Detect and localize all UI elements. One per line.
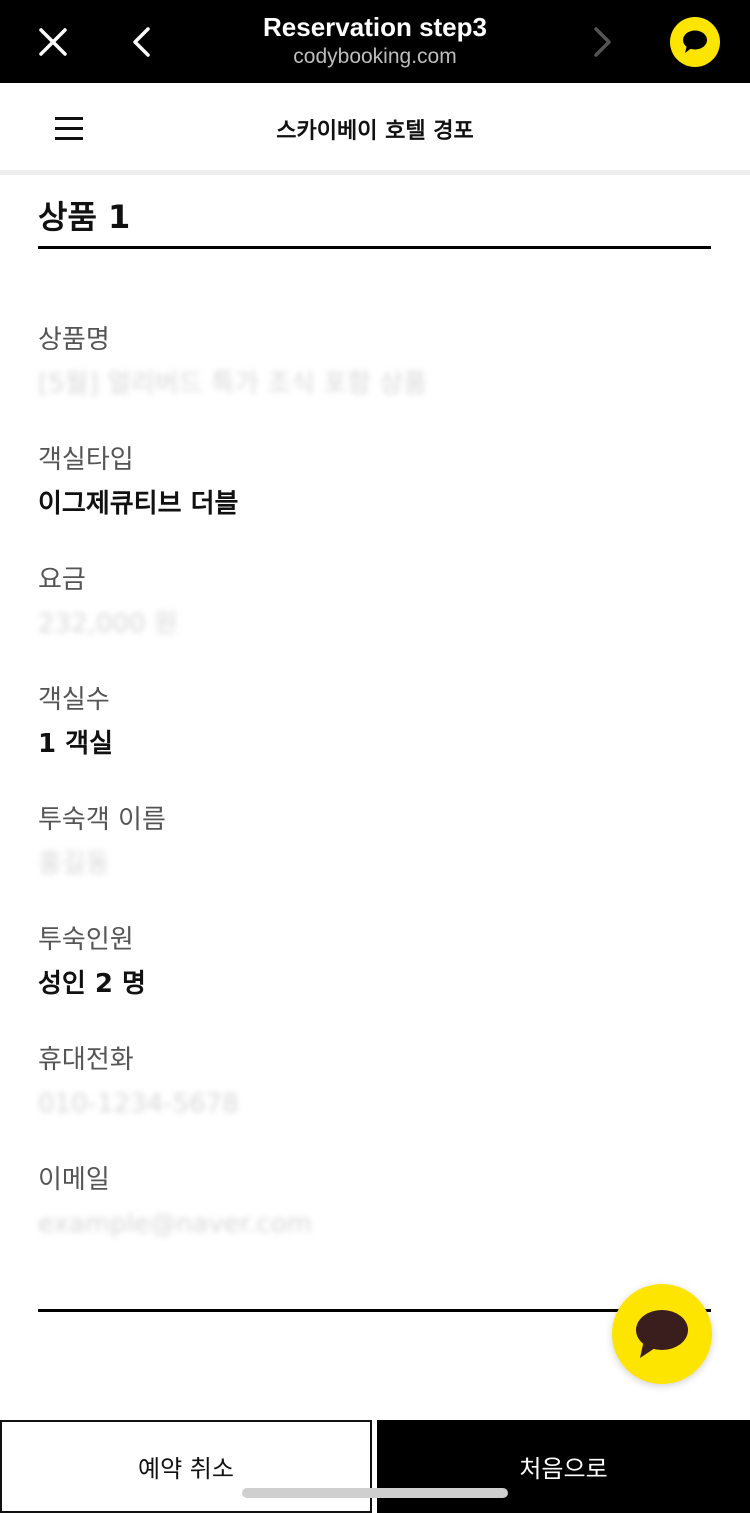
field-product-name: 상품명 [5월] 얼리버드 특가 조식 포함 상품 (38, 322, 711, 402)
forward-button[interactable] (570, 0, 636, 83)
site-header: 스카이베이 호텔 경포 (0, 83, 750, 175)
field-value: 성인 2 명 (38, 969, 146, 999)
field-price: 요금 232,000 원 (38, 562, 711, 642)
chevron-left-icon (133, 26, 150, 57)
chevron-right-icon (594, 26, 611, 57)
field-room-count: 객실수 1 객실 (38, 682, 711, 762)
field-email: 이메일 example@naver.com (38, 1162, 711, 1242)
browser-title-area: Reservation step3 codybooking.com (190, 10, 560, 70)
field-guest-name: 투숙객 이름 홍길동 (38, 802, 711, 882)
go-home-button[interactable]: 처음으로 (377, 1420, 750, 1513)
field-value: 1 객실 (38, 729, 113, 759)
field-label: 객실수 (38, 685, 110, 715)
page-title: Reservation step3 (263, 12, 487, 42)
hotel-name: 스카이베이 호텔 경포 (276, 119, 474, 144)
field-label: 객실타입 (38, 445, 134, 475)
field-label: 요금 (38, 565, 86, 595)
kakao-chat-button[interactable] (664, 0, 726, 83)
kakao-floating-chat-button[interactable] (612, 1284, 712, 1384)
field-label: 이메일 (38, 1165, 110, 1195)
field-value: 232,000 원 (38, 609, 178, 639)
kakao-chat-icon (683, 30, 707, 53)
field-value: 이그제큐티브 더블 (38, 489, 239, 519)
divider (38, 1309, 711, 1312)
page-url: codybooking.com (293, 45, 457, 68)
home-indicator (242, 1488, 508, 1498)
kakao-badge (670, 16, 720, 67)
divider (38, 246, 711, 249)
field-mobile: 휴대전화 010-1234-5678 (38, 1042, 711, 1122)
close-icon (39, 27, 67, 56)
cancel-reservation-button[interactable]: 예약 취소 (0, 1420, 372, 1513)
browser-top-bar: Reservation step3 codybooking.com (0, 0, 750, 83)
field-label: 상품명 (38, 325, 110, 355)
product-title: 상품 1 (38, 198, 131, 236)
field-label: 휴대전화 (38, 1045, 134, 1075)
back-button[interactable] (108, 0, 174, 83)
field-guest-count: 투숙인원 성인 2 명 (38, 922, 711, 1002)
field-value: example@naver.com (38, 1209, 312, 1239)
field-value: 010-1234-5678 (38, 1089, 239, 1119)
kakao-chat-bubble-icon (636, 1310, 688, 1358)
field-label: 투숙인원 (38, 925, 134, 955)
field-room-type: 객실타입 이그제큐티브 더블 (38, 442, 711, 522)
field-label: 투숙객 이름 (38, 805, 166, 835)
field-value: 홍길동 (38, 849, 110, 879)
field-value: [5월] 얼리버드 특가 조식 포함 상품 (38, 369, 428, 399)
close-button[interactable] (18, 0, 88, 83)
